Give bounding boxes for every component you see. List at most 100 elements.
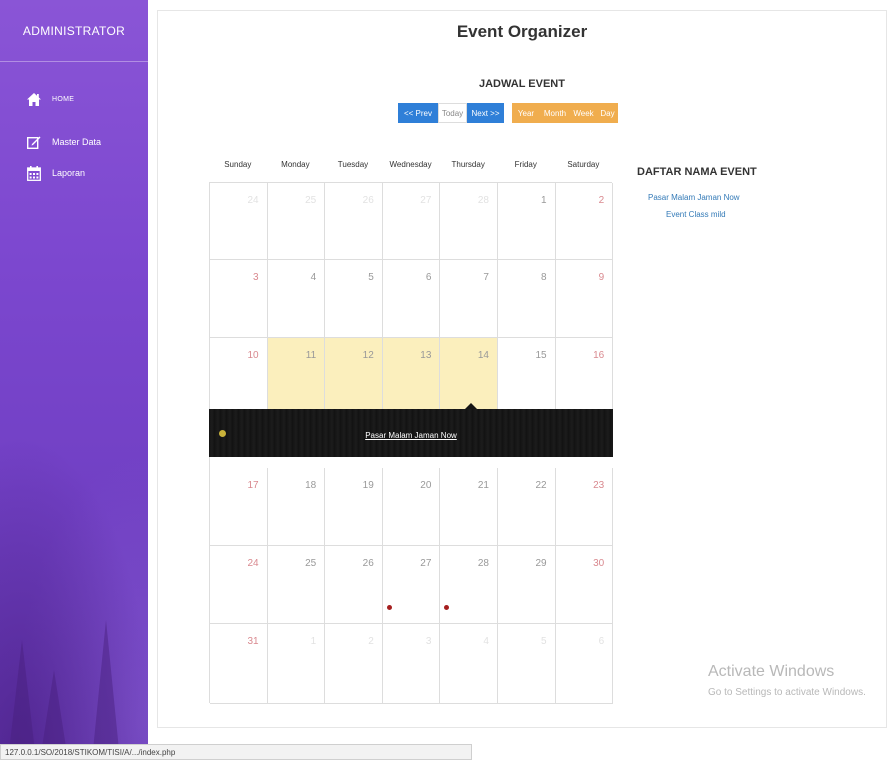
day-number: 20 [420, 480, 432, 491]
day-number: 21 [477, 480, 489, 491]
calendar-day-cell[interactable]: 3 [382, 624, 441, 704]
calendar-day-cell[interactable]: 26 [325, 183, 383, 260]
calendar-day-cell[interactable]: 18 [267, 468, 326, 546]
calendar-day-cell[interactable]: 26 [325, 546, 383, 624]
event-detail-link[interactable]: Pasar Malam Jaman Now [209, 431, 613, 440]
day-number: 24 [247, 195, 259, 206]
calendar-day-cell[interactable]: 28 [440, 183, 498, 260]
calendar-day-cell[interactable]: 19 [325, 468, 383, 546]
event-dot[interactable] [444, 605, 450, 610]
calendar-day-cell[interactable]: 24 [210, 183, 268, 260]
day-number: 18 [305, 480, 317, 491]
calendar-day-cell[interactable]: 22 [498, 468, 556, 546]
event-list-item[interactable]: Event Class mild [666, 210, 726, 219]
weekday-label: Sunday [224, 160, 252, 169]
day-number: 28 [477, 195, 489, 206]
calendar-day-cell[interactable]: 6 [382, 260, 441, 338]
calendar-day-cell[interactable]: 29 [498, 546, 556, 624]
calendar-day-cell[interactable]: 21 [440, 468, 498, 546]
sidebar-item-home[interactable]: HOME [26, 91, 74, 107]
calendar-day-cell[interactable]: 25 [267, 546, 326, 624]
day-number: 25 [305, 195, 317, 206]
sidebar-item-laporan[interactable]: Laporan [26, 165, 85, 181]
calendar-day-cell[interactable]: 27 [382, 183, 441, 260]
day-number: 28 [477, 558, 489, 569]
activate-windows-watermark: Activate Windows [708, 663, 835, 680]
view-year-button[interactable]: Year [512, 103, 540, 123]
day-number: 1 [541, 195, 547, 206]
calendar-day-cell[interactable]: 2 [555, 183, 614, 260]
sidebar-item-label: Master Data [52, 137, 102, 147]
event-dot[interactable] [386, 605, 392, 610]
day-number: 26 [362, 195, 374, 206]
calendar-day-cell[interactable]: 25 [267, 183, 326, 260]
calendar-day-cell[interactable]: 31 [210, 624, 268, 704]
sidebar-item-master-data[interactable]: Master Data [26, 134, 101, 150]
day-number: 4 [483, 636, 489, 647]
day-number: 8 [541, 272, 547, 283]
event-detail-pointer [465, 403, 477, 409]
day-number: 27 [420, 558, 432, 569]
calendar-day-cell[interactable]: 4 [440, 624, 498, 704]
day-number: 25 [305, 558, 317, 569]
day-number: 29 [535, 558, 547, 569]
day-number: 13 [420, 350, 432, 361]
sidebar-title: ADMINISTRATOR [0, 0, 148, 62]
calendar-day-cell[interactable]: 28 [440, 546, 498, 624]
event-list-title: DAFTAR NAMA EVENT [637, 166, 757, 178]
event-detail-bar: Pasar Malam Jaman Now [209, 403, 613, 457]
day-number: 5 [368, 272, 374, 283]
calendar-day-cell[interactable]: 30 [555, 546, 614, 624]
weekday-label: Tuesday [337, 160, 369, 169]
today-button[interactable]: Today [438, 103, 467, 123]
sidebar-item-label: HOME [52, 95, 75, 103]
day-number: 14 [477, 350, 489, 361]
weekday-header: Sunday Monday Tuesday Wednesday Thursday Frid… [209, 160, 612, 169]
calendar-day-cell[interactable]: 17 [210, 468, 268, 546]
view-month-button[interactable]: Month [540, 103, 570, 123]
calendar-day-cell[interactable]: 23 [555, 468, 614, 546]
calendar-day-cell[interactable]: 20 [382, 468, 441, 546]
day-number: 15 [535, 350, 547, 361]
day-number: 24 [247, 558, 259, 569]
day-number: 19 [362, 480, 374, 491]
day-number: 2 [368, 636, 374, 647]
day-number: 17 [247, 480, 259, 491]
day-number: 4 [310, 272, 317, 283]
prev-button[interactable]: << Prev [398, 103, 438, 123]
calendar-day-cell[interactable]: 1 [498, 183, 556, 260]
calendar-day-cell[interactable]: 2 [325, 624, 383, 704]
next-button[interactable]: Next >> [467, 103, 504, 123]
sidebar-item-label: Laporan [52, 168, 86, 178]
day-number: 1 [310, 636, 317, 647]
day-number: 2 [598, 195, 605, 206]
page-title: Event Organizer [456, 22, 588, 41]
calendar-icon [26, 165, 42, 181]
day-number: 27 [420, 195, 432, 206]
day-number: 11 [305, 350, 317, 361]
day-number: 31 [247, 636, 259, 647]
calendar-day-cell[interactable]: 5 [325, 260, 383, 338]
calendar-day-cell[interactable]: 7 [440, 260, 498, 338]
browser-status-bar: 127.0.0.1/SO/2018/STIKOM/TISI/A/.../inde… [0, 744, 472, 760]
day-number: 26 [362, 558, 374, 569]
calendar-day-cell[interactable]: 6 [555, 624, 614, 704]
event-list-item[interactable]: Pasar Malam Jaman Now [648, 193, 740, 202]
view-day-button[interactable]: Day [597, 103, 618, 123]
calendar-day-cell[interactable]: 8 [498, 260, 556, 338]
calendar-day-cell[interactable]: 3 [210, 260, 268, 338]
day-number: 7 [483, 272, 489, 283]
calendar-day-cell[interactable]: 5 [498, 624, 556, 704]
calendar-day-cell[interactable]: 27 [382, 546, 441, 624]
day-number: 22 [535, 480, 547, 491]
sidebar-tree-decoration [92, 620, 120, 760]
calendar-day-cell[interactable]: 1 [267, 624, 326, 704]
calendar-day-cell[interactable]: 4 [267, 260, 326, 338]
day-number: 10 [247, 350, 259, 361]
view-week-button[interactable]: Week [570, 103, 597, 123]
activate-windows-subtext: Go to Settings to activate Windows. [708, 687, 866, 698]
calendar-day-cell[interactable]: 9 [555, 260, 614, 338]
day-number: 6 [425, 272, 432, 283]
calendar-day-cell[interactable]: 24 [210, 546, 268, 624]
